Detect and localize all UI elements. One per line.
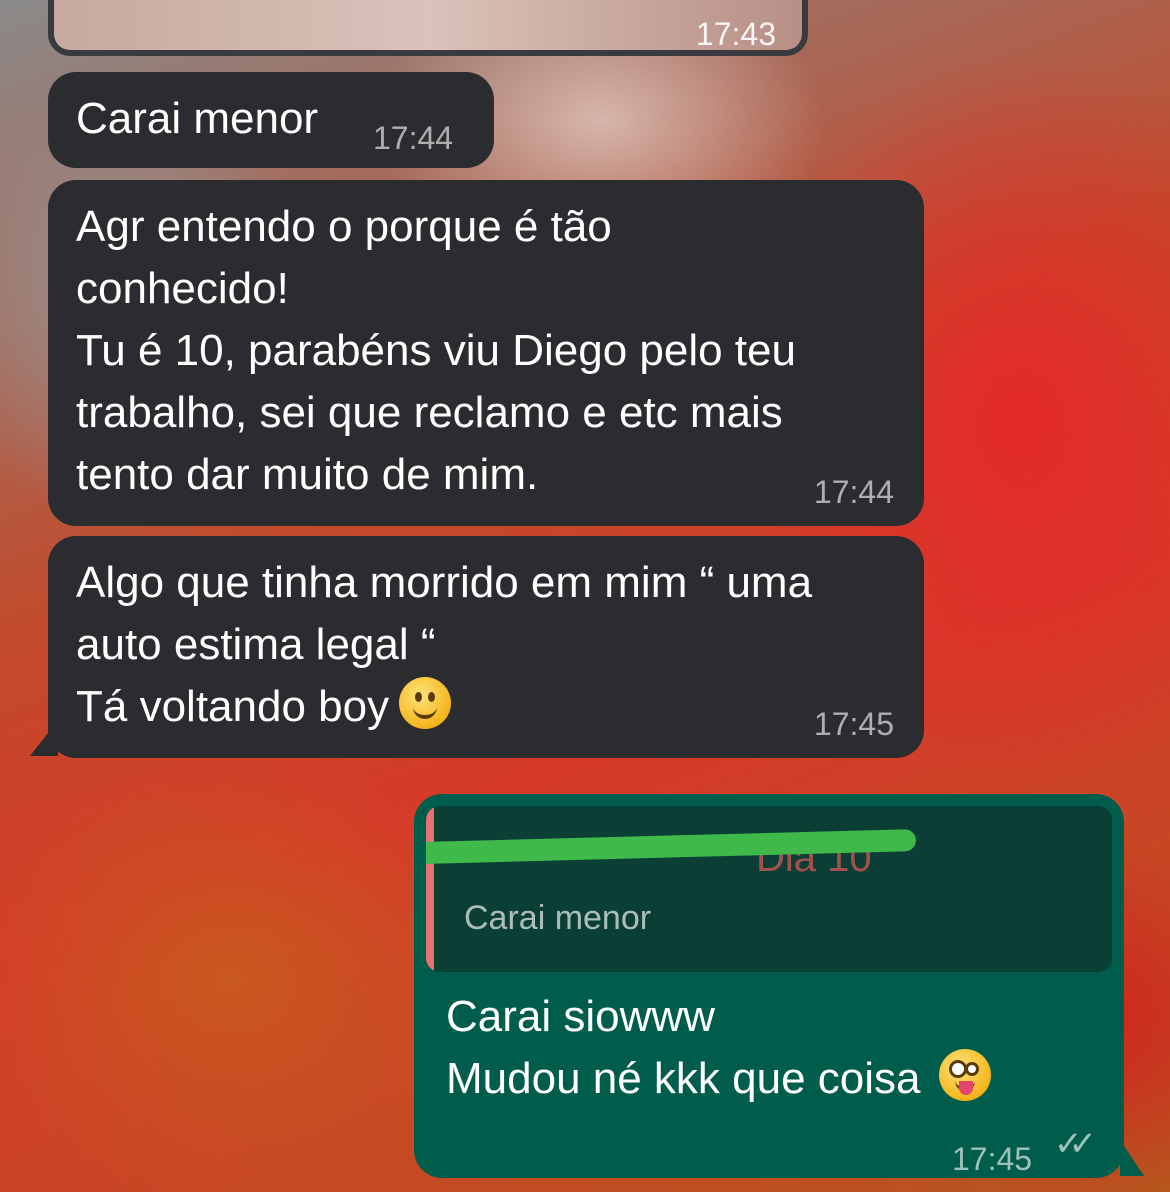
message-body: Carai siowww Mudou né kkk que coisa <box>446 986 991 1110</box>
message-text-line: Algo que tinha morrido em mim “ uma <box>76 558 813 607</box>
quoted-message[interactable]: Dia 10 Carai menor <box>426 806 1112 972</box>
message-time: 17:45 <box>813 706 894 742</box>
slightly-smiling-face-icon <box>399 677 452 729</box>
message-text-line: Agr entendo o porque é tão <box>76 202 612 251</box>
bubble-tail <box>1120 1140 1144 1176</box>
message-text-line-with-emoji: Tá voltando boy <box>76 676 812 738</box>
incoming-message[interactable]: Carai menor 17:44 <box>48 72 494 168</box>
read-receipt-icon: ✓✓ <box>1054 1125 1097 1163</box>
message-text-line: Tá voltando boy <box>76 682 390 731</box>
zany-face-icon <box>938 1049 991 1101</box>
bubble-tail <box>30 720 58 756</box>
image-message[interactable]: 17:43 <box>48 0 808 56</box>
message-time: 17:44 <box>813 474 894 510</box>
image-thumbnail <box>54 0 802 50</box>
incoming-message[interactable]: Agr entendo o porque é tão conhecido! Tu… <box>48 180 924 526</box>
message-text-line: trabalho, sei que reclamo e etc mais <box>76 388 783 437</box>
message-time: 17:44 <box>373 120 454 156</box>
incoming-message[interactable]: Algo que tinha morrido em mim “ uma auto… <box>48 536 924 758</box>
message-text-line-with-emoji: Mudou né kkk que coisa <box>446 1048 991 1110</box>
message-text-line: conhecido! <box>76 264 289 313</box>
message-text-line: tento dar muito de mim. <box>76 450 539 499</box>
message-text: Carai menor <box>76 94 319 143</box>
quoted-text: Carai menor <box>464 899 652 937</box>
message-time: 17:45 <box>952 1141 1033 1177</box>
message-text-line: Mudou né kkk que coisa <box>446 1054 921 1103</box>
quote-bar <box>426 806 434 972</box>
message-text-line: Carai siowww <box>446 992 715 1041</box>
message-text-line: Tu é 10, parabéns viu Diego pelo teu <box>76 326 796 375</box>
message-text-line: auto estima legal “ <box>76 620 436 669</box>
message-time: 17:43 <box>695 16 776 52</box>
